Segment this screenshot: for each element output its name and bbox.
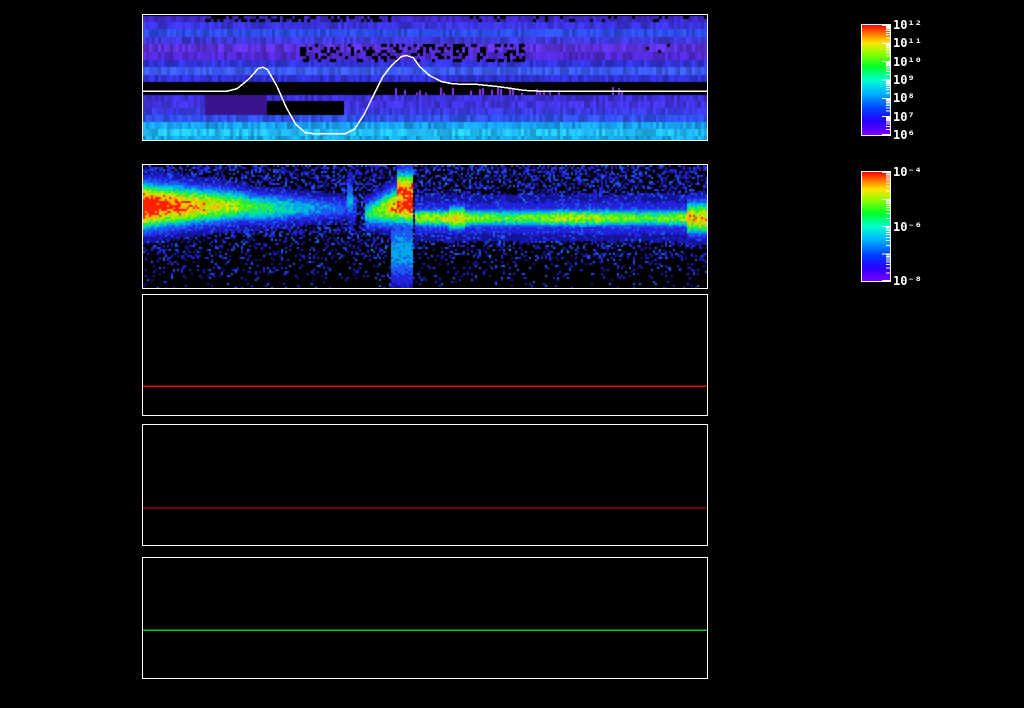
model-constant-axis-overlay	[143, 629, 707, 631]
nf-scale-label: 10⁷	[893, 109, 915, 124]
scanner-pos-axis-overlay	[143, 507, 707, 509]
def-colorbar-ticks	[882, 172, 890, 281]
nf-scale-label: 10¹⁰	[893, 54, 922, 69]
def-scale-label: 10⁻⁴	[893, 165, 922, 179]
model-constant-panel	[142, 557, 708, 679]
nf-scale-label: 10⁶	[893, 128, 915, 142]
nf-scale-label: 10¹²	[893, 18, 922, 32]
mu-scanner-panel	[142, 294, 708, 416]
els-spectrogram-panel	[142, 164, 708, 289]
scanner-pos-panel	[142, 424, 708, 546]
nf-colorbar-ticks	[882, 25, 890, 135]
nf-scale-label: 10⁸	[893, 91, 915, 106]
def-scale-label: 10⁻⁶	[893, 219, 922, 234]
def-colorbar	[861, 171, 891, 282]
els-spectrogram-canvas	[143, 165, 707, 288]
nf-scale-label: 10¹¹	[893, 36, 922, 51]
npi-spectrogram-canvas	[143, 15, 707, 140]
plot-stack-screen: 10¹² 10¹¹ 10¹⁰ 10⁹ 10⁸ 10⁷ 10⁶ 10⁻⁴ 10⁻⁶ 10⁻⁸	[0, 0, 1024, 708]
nf-colorbar	[861, 24, 891, 136]
npi-spectrogram-panel	[142, 14, 708, 141]
nf-scale-label: 10⁹	[893, 73, 915, 87]
def-scale-label: 10⁻⁸	[893, 274, 922, 288]
mu-scanner-axis-overlay	[143, 385, 707, 387]
